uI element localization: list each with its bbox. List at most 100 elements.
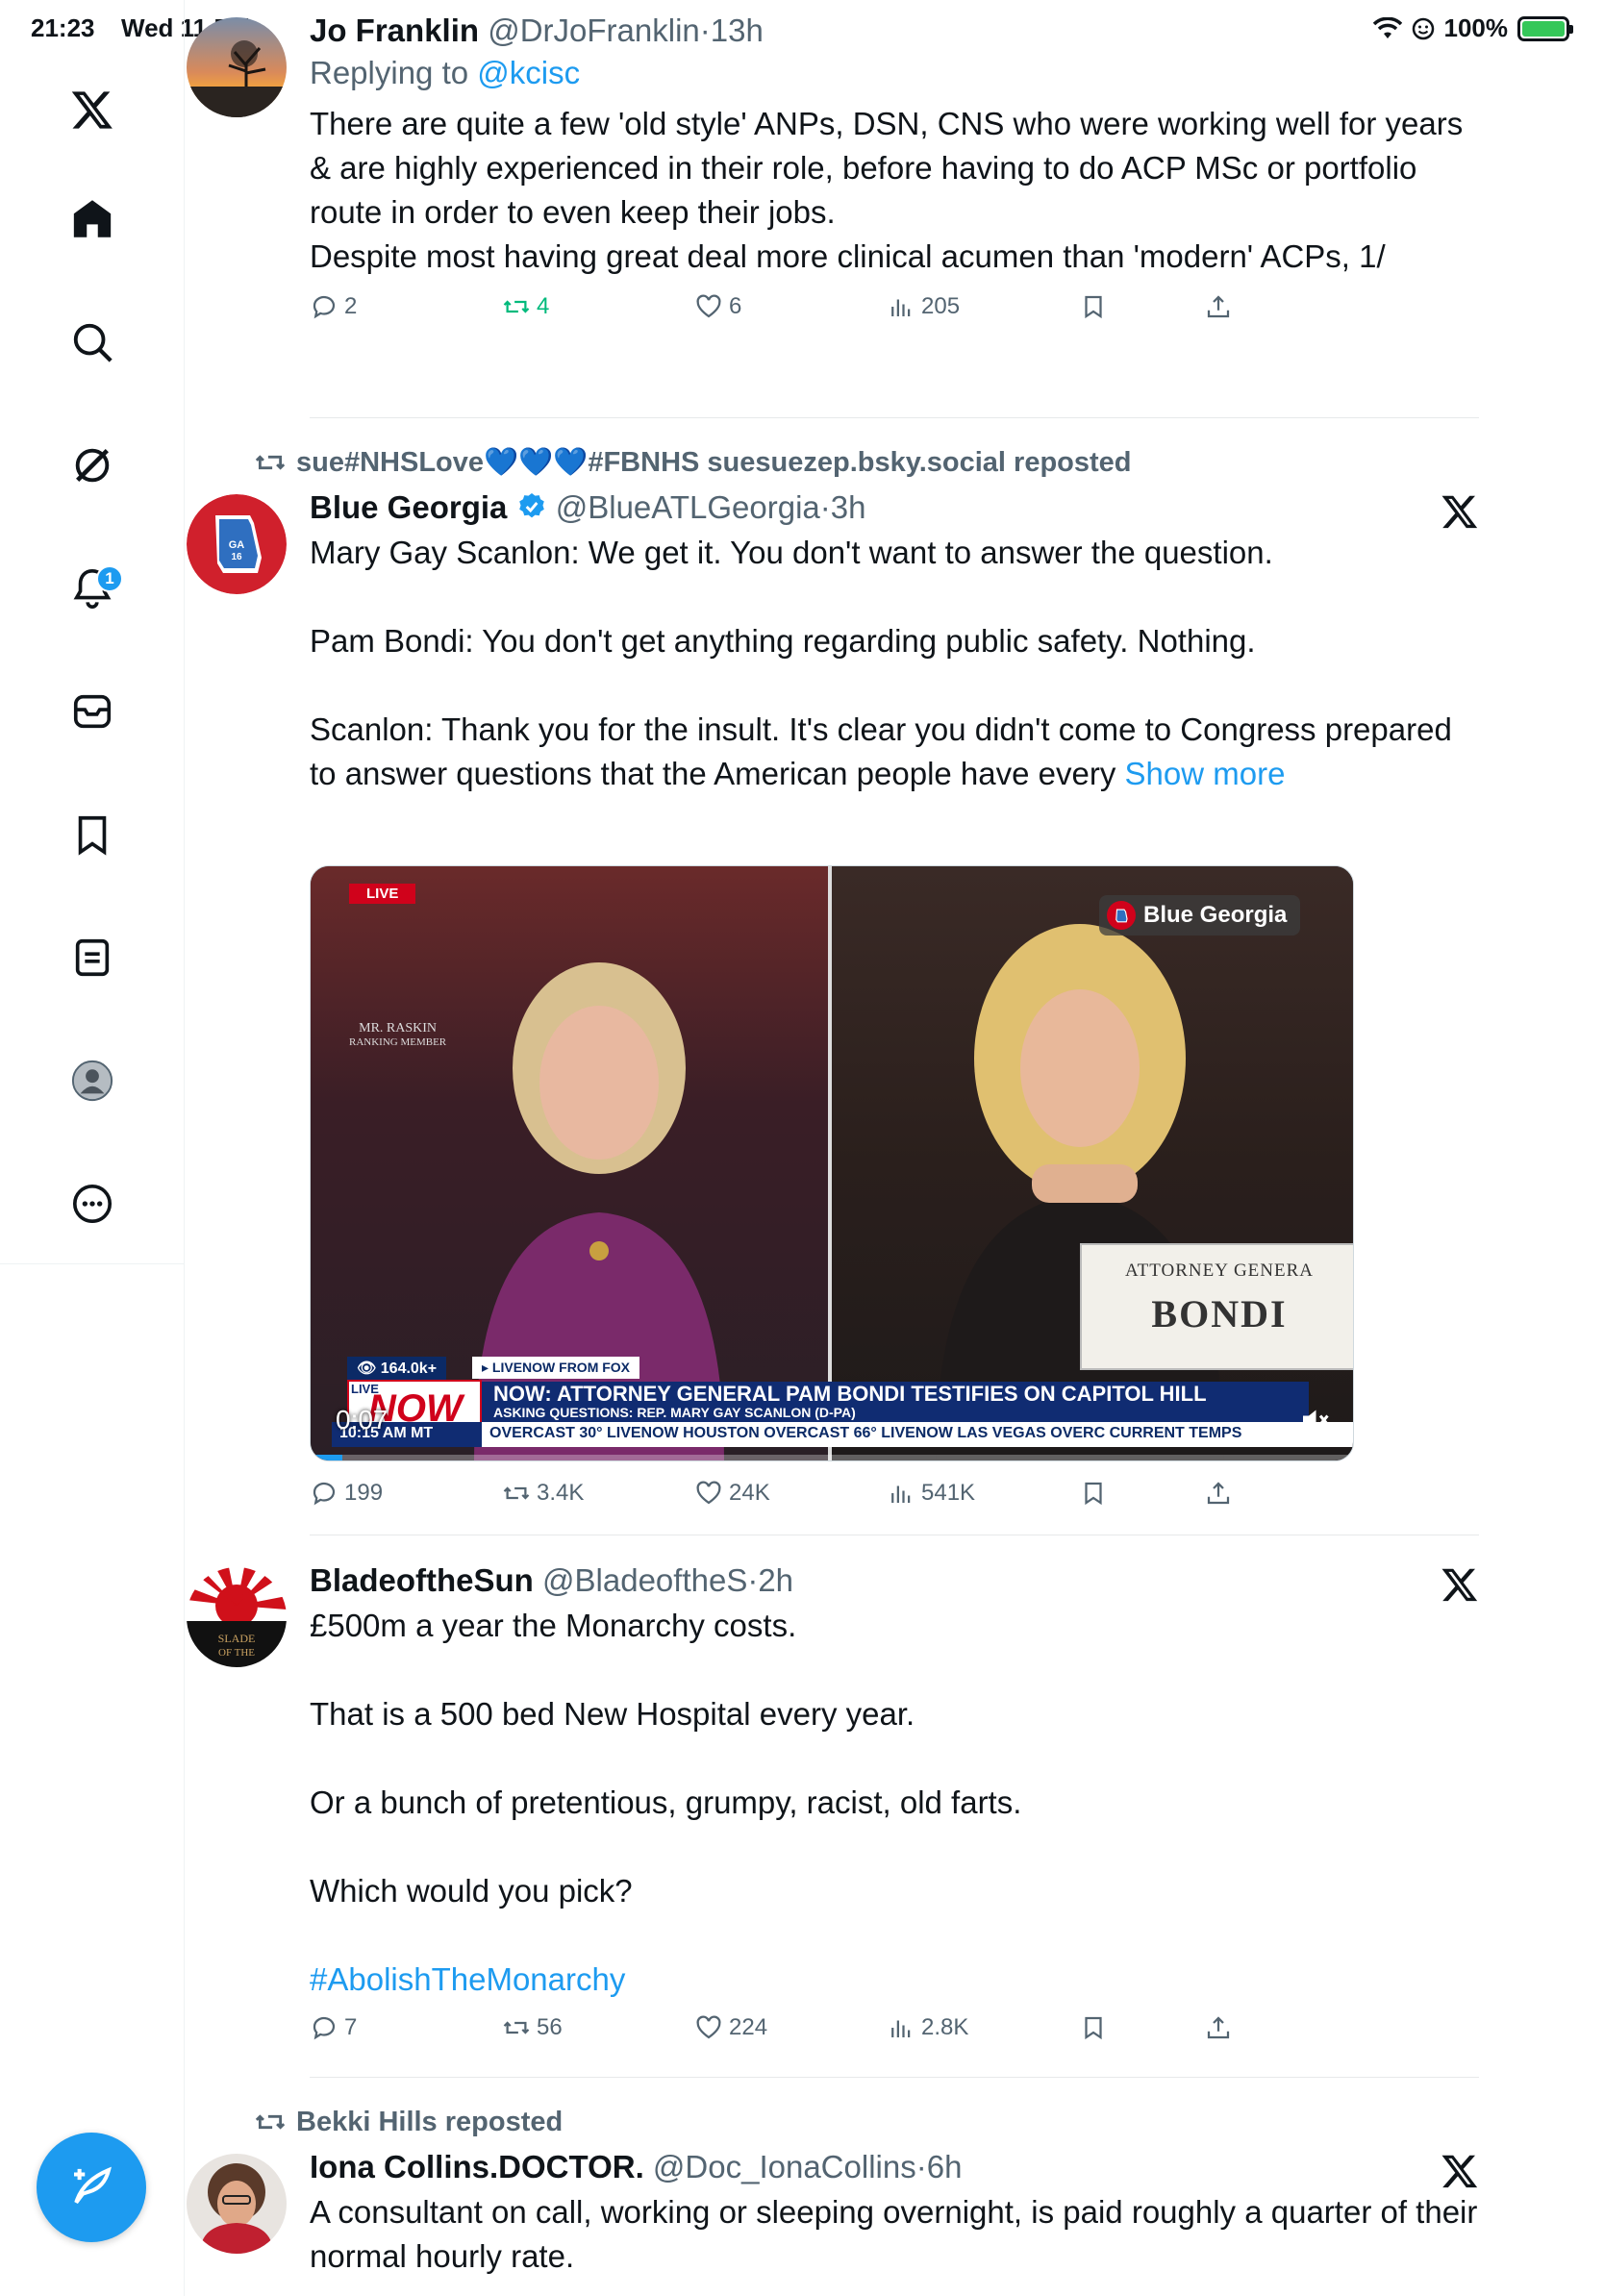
share-button[interactable]	[1204, 2013, 1233, 2042]
tweet-divider	[310, 2077, 1479, 2078]
avatar[interactable]: GA 16	[187, 494, 287, 594]
tweet-text: Mary Gay Scanlon: We get it. You don't w…	[310, 531, 1479, 796]
tweet-blue-georgia[interactable]: GA 16 Blue Georgia @BlueATLGeorgia·3h Mar…	[187, 488, 1479, 1506]
like-button[interactable]: 24K	[694, 1479, 770, 1508]
home-icon[interactable]	[58, 185, 127, 254]
reply-button[interactable]: 2	[310, 292, 357, 321]
svg-text:16: 16	[231, 552, 242, 562]
views-button[interactable]: 541K	[887, 1479, 975, 1508]
chyron-headline: NOW: ATTORNEY GENERAL PAM BONDI TESTIFIE…	[493, 1382, 1207, 1406]
repost-button[interactable]: 3.4K	[502, 1479, 584, 1508]
reply-to-handle[interactable]: @kcisc	[477, 55, 580, 90]
tweet-actions: 2 4 6 205	[310, 292, 1479, 335]
views-icon	[891, 2020, 911, 2037]
tweet-bladeofthesun[interactable]: SLADE OF THE BladeoftheSun @BladeoftheS·2…	[187, 1561, 1479, 2056]
mute-icon[interactable]	[1297, 1403, 1332, 1437]
like-button[interactable]: 224	[694, 2013, 767, 2042]
chyron-subheadline: ASKING QUESTIONS: REP. MARY GAY SCANLON …	[493, 1405, 856, 1420]
like-button[interactable]: 6	[694, 292, 741, 321]
battery-icon	[1517, 15, 1573, 41]
views-button[interactable]: 2.8K	[887, 2013, 968, 2042]
hashtag-link[interactable]: #AbolishTheMonarchy	[310, 1958, 1479, 2002]
tweet-actions: 199 3.4K 24K 541K	[310, 1479, 1479, 1521]
tweet-text-line: Pam Bondi: You don't get anything regard…	[310, 623, 1256, 659]
avatar[interactable]: SLADE OF THE	[187, 1567, 287, 1667]
tweet-text-line: A consultant on call, working or sleepin…	[310, 2194, 1478, 2274]
reply-count: 2	[344, 293, 358, 319]
compose-icon	[74, 2166, 112, 2204]
views-button[interactable]: 205	[887, 292, 960, 321]
repost-count: 56	[537, 2014, 563, 2040]
reply-context: Replying to @kcisc	[310, 52, 1479, 94]
watermark-text: Blue Georgia	[1143, 902, 1288, 928]
grok-icon[interactable]	[58, 431, 127, 500]
compose-button[interactable]	[37, 2133, 146, 2242]
lists-icon[interactable]	[58, 923, 127, 992]
repost-button[interactable]: 4	[502, 292, 549, 321]
chyron-headline-box: NOW: ATTORNEY GENERAL PAM BONDI TESTIFIE…	[482, 1382, 1309, 1422]
avatar[interactable]	[187, 17, 287, 117]
author-name[interactable]: Blue Georgia	[310, 489, 507, 525]
nameplate-name: BONDI	[1151, 1292, 1288, 1335]
tweet-time[interactable]: 13h	[711, 12, 764, 48]
repost-icon	[503, 300, 530, 313]
reply-prefix: Replying to	[310, 55, 469, 90]
author-handle[interactable]: @BlueATLGeorgia	[556, 489, 820, 525]
tweet-iona-collins[interactable]: Iona Collins.DOCTOR. @Doc_IonaCollins·6h…	[187, 2148, 1479, 2279]
video-progress-bar[interactable]	[311, 1455, 1353, 1460]
bookmark-button[interactable]	[1079, 1479, 1108, 1508]
x-logo-icon[interactable]	[1441, 1565, 1479, 1604]
show-more-link[interactable]: Show more	[1125, 756, 1286, 791]
avatar[interactable]	[187, 2154, 287, 2254]
separator: ·	[747, 1562, 759, 1598]
tweet-time[interactable]: 6h	[927, 2149, 963, 2184]
repost-context-text[interactable]: Bekki Hills reposted	[296, 2107, 563, 2138]
chyron-source: ▸ LIVENOW FROM FOX	[472, 1357, 640, 1379]
author-name[interactable]: Iona Collins.DOCTOR.	[310, 2149, 644, 2184]
x-logo-icon[interactable]	[1441, 492, 1479, 531]
chyron-views-count: 164.0k+	[380, 1360, 438, 1377]
chyron-ticker: OVERCAST 30° LIVENOW HOUSTON OVERCAST 66…	[482, 1422, 1353, 1447]
search-icon[interactable]	[58, 308, 127, 377]
tweet-text-line: Mary Gay Scanlon: We get it. You don't w…	[310, 535, 1273, 570]
view-count: 2.8K	[921, 2014, 969, 2040]
messages-icon[interactable]	[58, 677, 127, 746]
tweet-actions: 7 56 224 2.8K	[310, 2013, 1479, 2056]
bookmarks-icon[interactable]	[58, 800, 127, 869]
author-handle[interactable]: @DrJoFranklin	[488, 12, 700, 48]
bookmark-button[interactable]	[1079, 292, 1108, 321]
repost-icon	[255, 455, 286, 470]
more-icon[interactable]	[58, 1169, 127, 1238]
share-button[interactable]	[1204, 1479, 1233, 1508]
repost-icon	[255, 2114, 286, 2130]
bookmark-button[interactable]	[1079, 2013, 1108, 2042]
tweet-text: £500m a year the Monarchy costs. That is…	[310, 1604, 1479, 2002]
bookmark-icon	[1085, 1482, 1102, 1506]
like-count: 224	[729, 2014, 768, 2040]
repost-context-text[interactable]: sue#NHSLove💙💙💙#FBNHS suesuezep.bsky.soci…	[296, 446, 1132, 479]
reply-button[interactable]: 7	[310, 2013, 357, 2042]
nameplate: ATTORNEY GENERA BONDI	[1080, 1243, 1353, 1370]
author-name[interactable]: Jo Franklin	[310, 12, 479, 48]
author-name[interactable]: BladeoftheSun	[310, 1562, 534, 1598]
share-button[interactable]	[1204, 292, 1233, 321]
reply-button[interactable]: 199	[310, 1479, 383, 1508]
notifications-icon[interactable]: 1	[58, 554, 127, 623]
author-handle[interactable]: @Doc_IonaCollins	[653, 2149, 916, 2184]
author-handle[interactable]: @BladeoftheS	[542, 1562, 747, 1598]
tweet-time[interactable]: 2h	[758, 1562, 793, 1598]
tweet-time[interactable]: 3h	[831, 489, 866, 525]
repost-icon	[503, 2021, 530, 2034]
tweet-text-line: Despite most having great deal more clin…	[310, 238, 1386, 274]
x-logo-icon[interactable]	[1441, 2152, 1479, 2190]
video-player[interactable]: LIVE MR. RASKIN RANKING MEMBER Blue Geor…	[310, 865, 1354, 1461]
profile-icon[interactable]	[58, 1046, 127, 1115]
views-icon	[891, 1485, 911, 1503]
view-count: 205	[921, 293, 961, 319]
x-logo-icon[interactable]	[58, 75, 127, 144]
tweet-jo-franklin[interactable]: Jo Franklin @DrJoFranklin·13h Replying t…	[187, 12, 1479, 335]
repost-button[interactable]: 56	[502, 2013, 563, 2042]
svg-text:GA: GA	[229, 539, 245, 551]
reply-count: 7	[344, 2014, 358, 2040]
share-icon	[1207, 295, 1230, 318]
